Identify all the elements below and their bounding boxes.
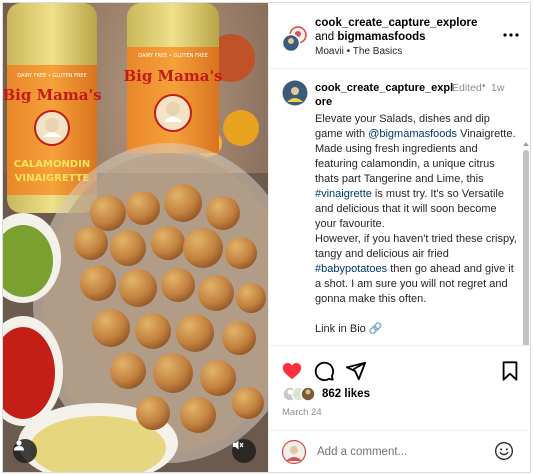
emoji-icon[interactable] xyxy=(494,441,514,461)
label-badges: DAIRY FREE • GLUTEN FREE xyxy=(17,73,87,79)
edited-label: Edited xyxy=(452,82,482,94)
mention-link[interactable]: @bigmamasfoods xyxy=(368,128,457,140)
caption-text-part: Link in Bio xyxy=(315,323,369,335)
svg-text:Big Mama's: Big Mama's xyxy=(123,67,222,85)
hashtag-link[interactable]: #vinaigrette xyxy=(315,188,372,200)
caption-avatar[interactable] xyxy=(282,80,308,106)
likes-count[interactable]: 862 likes xyxy=(322,388,370,400)
post-dialog: DAIRY FREE • GLUTEN FREE Big Mama's CALA… xyxy=(2,2,531,473)
caption-dot: • xyxy=(482,81,486,92)
post-side-panel: cook_create_capture_explore and bigmamas… xyxy=(268,3,530,472)
more-options-button[interactable] xyxy=(501,25,521,45)
svg-text:Big Mama's: Big Mama's xyxy=(3,86,102,104)
post-date[interactable]: March 24 xyxy=(282,407,322,418)
bookmark-icon[interactable] xyxy=(499,360,521,382)
audio-toggle-button[interactable] xyxy=(232,439,256,463)
current-user-avatar xyxy=(282,440,306,464)
svg-text:CALAMONDIN: CALAMONDIN xyxy=(14,159,90,170)
post-header: cook_create_capture_explore and bigmamas… xyxy=(269,3,530,69)
caption-time[interactable]: 1w xyxy=(491,81,504,95)
caption-text-part: However, if you haven't tried these cris… xyxy=(315,233,517,260)
header-user1[interactable]: cook_create_capture_explore xyxy=(315,17,477,29)
food-photo: DAIRY FREE • GLUTEN FREE Big Mama's CALA… xyxy=(3,3,268,472)
scroll-up-arrow[interactable] xyxy=(523,142,529,146)
mute-icon xyxy=(233,440,244,450)
caption-username[interactable]: cook_create_capture_explore xyxy=(315,81,455,109)
caption-line: However, if you haven't tried these cris… xyxy=(315,232,520,307)
action-bar: 862 likes March 24 xyxy=(269,348,530,430)
caption-line: Elevate your Salads, dishes and dip game… xyxy=(315,112,520,142)
comment-bar xyxy=(269,430,530,472)
caption-area: cook_create_capture_explore Edited • 1w … xyxy=(269,70,530,346)
header-subtitle[interactable]: Moavii • The Basics xyxy=(315,46,402,57)
user-tag-icon xyxy=(14,440,24,451)
likes-row[interactable]: 862 likes xyxy=(282,385,370,403)
svg-text:DAIRY FREE • GLUTEN FREE: DAIRY FREE • GLUTEN FREE xyxy=(138,53,208,59)
svg-text:VINAIGRETTE: VINAIGRETTE xyxy=(15,173,90,184)
post-media[interactable]: DAIRY FREE • GLUTEN FREE Big Mama's CALA… xyxy=(3,3,268,472)
header-and: and xyxy=(315,31,335,43)
liker-avatars xyxy=(282,386,316,402)
caption-text-part: Made using fresh ingredients and featuri… xyxy=(315,143,495,185)
caption-text: Elevate your Salads, dishes and dip game… xyxy=(315,112,520,337)
heart-icon[interactable] xyxy=(281,360,303,382)
header-usernames: cook_create_capture_explore and bigmamas… xyxy=(315,16,495,44)
caption-text-part: Vinaigrette. xyxy=(457,128,516,140)
hashtag-link[interactable]: #babypotatoes xyxy=(315,263,387,275)
caption-line: Made using fresh ingredients and featuri… xyxy=(315,142,520,232)
more-icon xyxy=(503,33,519,37)
header-user2[interactable]: bigmamasfoods xyxy=(337,31,425,43)
scroll-thumb[interactable] xyxy=(523,150,529,345)
comment-input[interactable] xyxy=(317,443,477,461)
tagged-users-button[interactable] xyxy=(13,439,37,463)
caption-line: Link in Bio 🔗 xyxy=(315,322,520,337)
comment-icon[interactable] xyxy=(313,360,335,382)
collab-avatar[interactable] xyxy=(282,26,308,52)
caption-scrollbar[interactable] xyxy=(523,142,529,345)
share-icon[interactable] xyxy=(345,360,367,382)
link-emoji: 🔗 xyxy=(368,323,383,335)
